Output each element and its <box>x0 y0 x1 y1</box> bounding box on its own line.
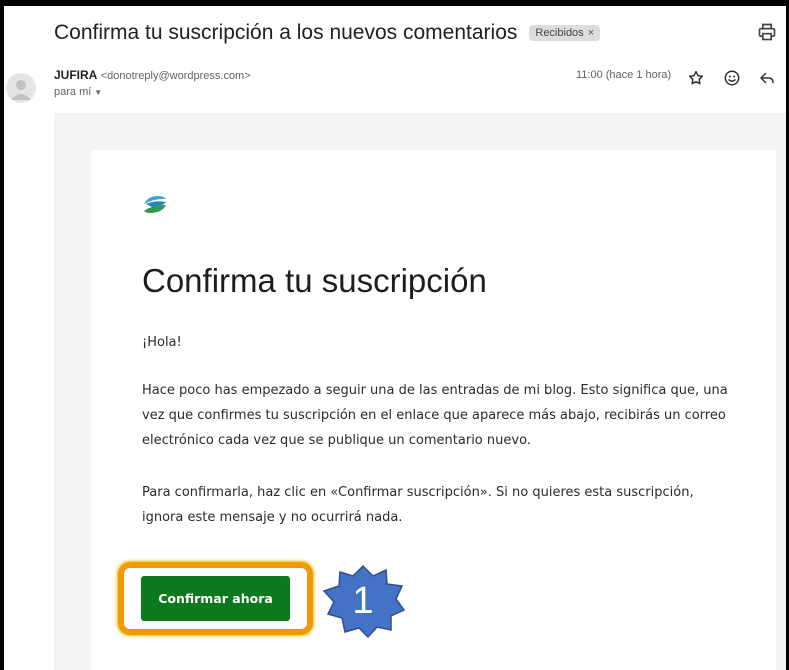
print-icon[interactable] <box>757 22 777 42</box>
subject-row: Confirma tu suscripción a los nuevos com… <box>54 18 601 48</box>
body-paragraph-1: Hace poco has empezado a seguir una de l… <box>142 383 728 448</box>
avatar-icon <box>6 73 36 103</box>
sender-name[interactable]: JUFIRA <box>54 68 97 82</box>
screenshot-frame-left <box>0 0 4 670</box>
body-paragraph-2: Para confirmarla, haz clic en «Confirmar… <box>142 485 694 525</box>
sender-line: JUFIRA <donotreply@wordpress.com> <box>54 68 251 82</box>
email-subject: Confirma tu suscripción a los nuevos com… <box>54 21 518 44</box>
recipient-text: para mí <box>54 86 92 98</box>
reply-icon[interactable] <box>758 69 776 87</box>
email-heading: Confirma tu suscripción <box>142 262 487 299</box>
inbox-label-chip[interactable]: Recibidos × <box>529 25 601 41</box>
sender-email: <donotreply@wordpress.com> <box>100 70 251 82</box>
label-remove-icon[interactable]: × <box>588 27 594 39</box>
greeting-text: ¡Hola! <box>142 335 182 350</box>
site-logo-icon <box>144 196 166 213</box>
confirm-subscription-button[interactable]: Confirmar ahora <box>141 576 290 621</box>
screenshot-frame-top <box>0 0 789 6</box>
inbox-label-text: Recibidos <box>535 27 584 39</box>
star-icon[interactable] <box>687 69 705 87</box>
step-badge-number: 1 <box>352 579 374 622</box>
email-timestamp: 11:00 (hace 1 hora) <box>576 69 672 81</box>
emoji-icon[interactable] <box>723 69 741 87</box>
recipient-toggle[interactable]: para mí ▼ <box>54 86 102 98</box>
chevron-down-icon: ▼ <box>94 88 103 97</box>
